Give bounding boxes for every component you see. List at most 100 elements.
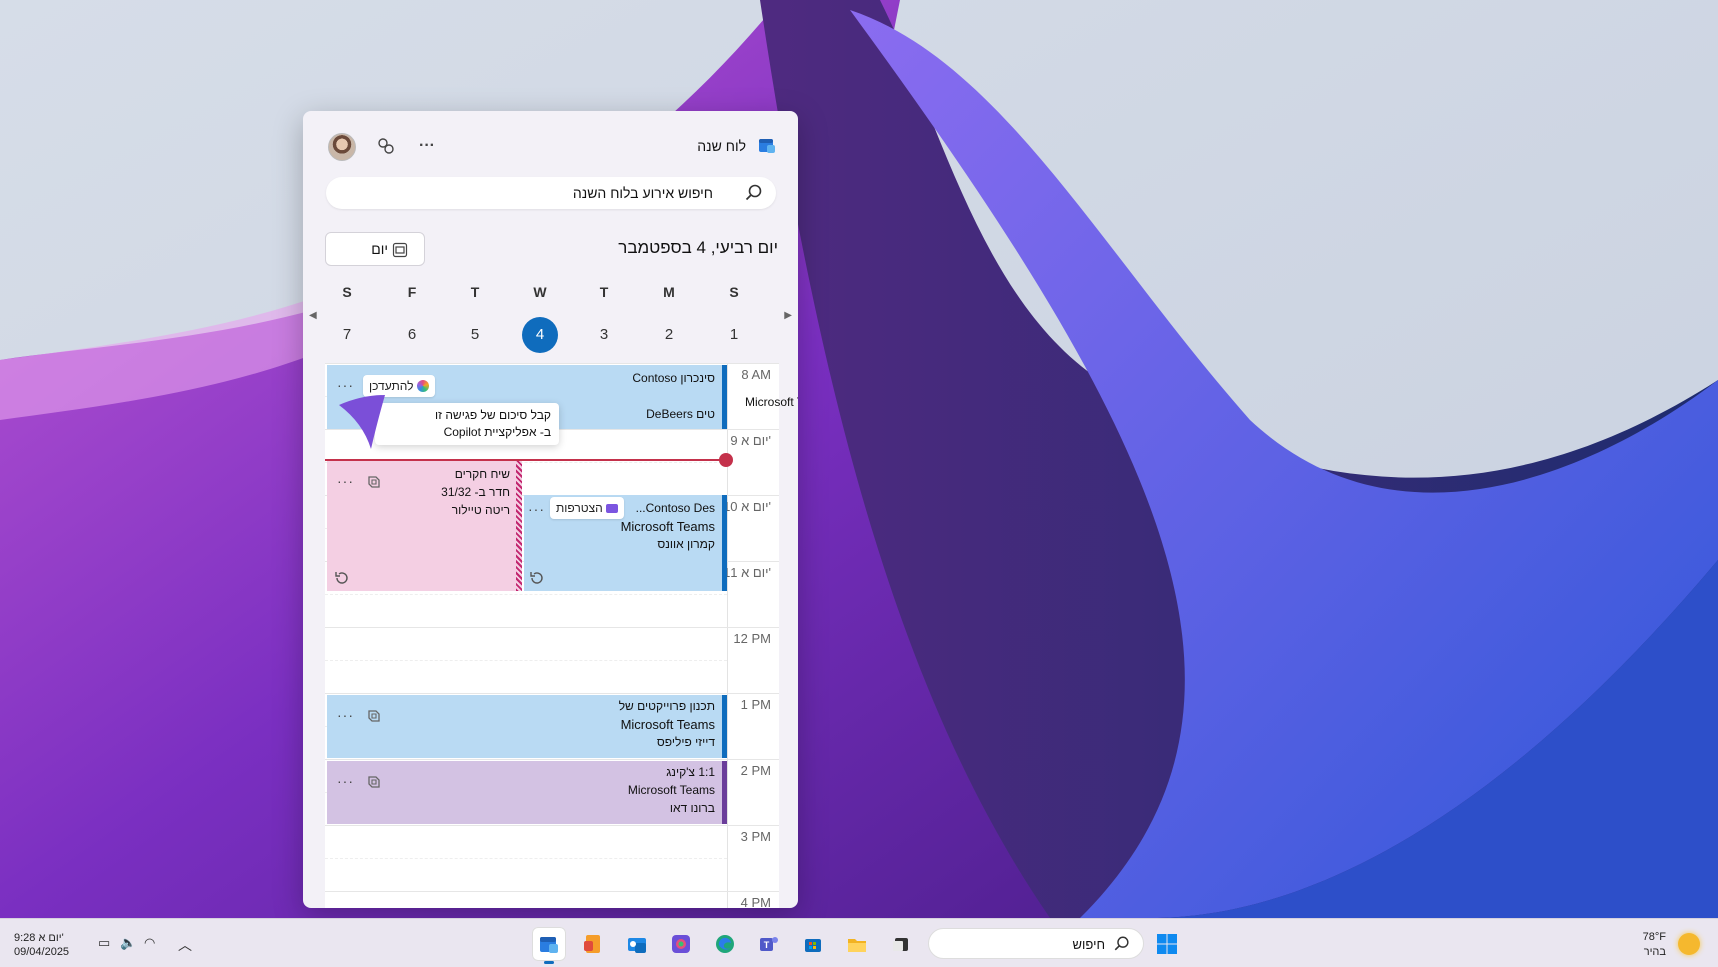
taskbar-copilot-icon[interactable]: [664, 927, 698, 961]
event-more-button[interactable]: ···: [337, 473, 354, 489]
clock-time: 9:28 יום א': [14, 932, 64, 944]
event-app: Microsoft Teams: [627, 783, 715, 797]
event-title: תכנון פרוייקטים של: [618, 699, 715, 713]
svg-text:T: T: [764, 940, 770, 950]
event-organizer: דייזי פיליפס: [656, 735, 715, 749]
event-location: חדר ב- 31/32: [441, 485, 510, 499]
next-week-arrow-icon[interactable]: ▶: [784, 310, 792, 321]
taskbar-app-icon[interactable]: [884, 927, 918, 961]
sun-icon: [1678, 933, 1700, 955]
event-app: Microsoft Teams: [620, 717, 715, 732]
event-app-overflow: Microsoft Teams: [745, 395, 798, 409]
copilot-icon[interactable]: [365, 707, 383, 725]
start-button-windows-icon[interactable]: [1150, 927, 1184, 961]
cursor-pointer-icon: [339, 395, 385, 449]
taskbar-outlook-icon[interactable]: [620, 927, 654, 961]
search-icon: [1114, 936, 1129, 951]
battery-icon[interactable]: ▭: [98, 935, 110, 951]
day-2[interactable]: 2: [651, 317, 687, 353]
event-one-on-one[interactable]: 1:1 צ'קינג Microsoft Teams ברונו דאו ···: [327, 761, 727, 824]
accounts-icon[interactable]: [373, 133, 399, 159]
event-organizer: ריטה טיילור: [451, 503, 510, 517]
event-title: סינכרון Contoso: [632, 371, 715, 385]
event-contoso-design[interactable]: Contoso Des... Microsoft Teams קמרון אוו…: [524, 495, 727, 591]
view-switcher-button[interactable]: יום: [325, 232, 425, 266]
weather-temp: 78°F: [1642, 931, 1666, 943]
hour-label: 1 PM: [740, 697, 771, 712]
hour-label: 10 יום א': [723, 499, 771, 514]
taskbar-edge-icon[interactable]: [708, 927, 742, 961]
calendar-app-icon: [759, 139, 775, 153]
hour-label: 9 יום א': [730, 433, 771, 448]
event-organizer: טים DeBeers: [646, 407, 715, 421]
previous-week-arrow-icon[interactable]: ◀: [309, 310, 317, 321]
join-meeting-button[interactable]: הצטרפות: [550, 497, 625, 519]
event-project-planning[interactable]: תכנון פרוייקטים של Microsoft Teams דייזי…: [327, 695, 727, 758]
taskbar-notes-icon[interactable]: [576, 927, 610, 961]
search-input[interactable]: חיפוש אירוע בלוח השנה: [326, 177, 776, 209]
copilot-icon: [416, 380, 429, 392]
event-more-button[interactable]: ···: [337, 773, 354, 789]
search-icon[interactable]: [744, 183, 764, 203]
event-more-button[interactable]: ···: [337, 707, 354, 723]
event-title: 1:1 צ'קינג: [666, 765, 715, 779]
weather-desc: בהיר: [1643, 946, 1666, 958]
clock-date: 09/04/2025: [14, 946, 70, 958]
taskbar-store-icon[interactable]: [796, 927, 830, 961]
taskbar: 9:28 יום א' 09/04/2025 ▭ 🔈 ◠ ︿ T חיפוש 7…: [0, 918, 1718, 967]
hour-label: 4 PM: [740, 895, 771, 908]
recurring-icon: [530, 572, 543, 584]
hour-label: 3 PM: [740, 829, 771, 844]
search-placeholder: חיפוש אירוע בלוח השנה: [572, 185, 713, 201]
current-time-dot: [719, 453, 733, 467]
weekday-label: W: [533, 284, 547, 300]
avatar[interactable]: [328, 133, 356, 161]
weekday-label: T: [599, 284, 609, 300]
view-switcher-label: יום: [371, 241, 388, 257]
day-1[interactable]: 1: [716, 317, 752, 353]
day-6[interactable]: 6: [394, 317, 430, 353]
weekday-label: F: [407, 284, 417, 300]
current-date-title: יום רביעי, 4 בספטמבר: [618, 238, 778, 257]
event-organizer: קמרון אוונס: [657, 537, 715, 551]
volume-icon[interactable]: 🔈: [120, 935, 136, 951]
hour-label: 2 PM: [740, 763, 771, 778]
day-3[interactable]: 3: [586, 317, 622, 353]
taskbar-search-placeholder: חיפוש: [1072, 937, 1105, 952]
more-options-button[interactable]: ···: [414, 133, 440, 159]
copilot-icon[interactable]: [365, 773, 383, 791]
hour-label: 12 PM: [733, 631, 771, 646]
weekday-label: S: [342, 284, 352, 300]
taskbar-search-input[interactable]: חיפוש: [928, 928, 1144, 959]
taskbar-teams-icon[interactable]: T: [752, 927, 786, 961]
tooltip-line-1: קבל סיכום של פגישה זו: [435, 408, 551, 422]
event-title: שיח חקרים: [454, 467, 510, 481]
recurring-icon: [335, 572, 348, 584]
day-view-icon: [392, 242, 408, 258]
event-research[interactable]: שיח חקרים חדר ב- 31/32 ריטה טיילור ···: [327, 461, 522, 591]
event-more-button[interactable]: ···: [528, 501, 545, 517]
copilot-icon[interactable]: [365, 473, 383, 491]
app-title: לוח שנה: [697, 138, 746, 154]
weekday-label: T: [470, 284, 480, 300]
system-clock[interactable]: 9:28 יום א' 09/04/2025: [14, 931, 69, 959]
day-5[interactable]: 5: [457, 317, 493, 353]
show-hidden-icons-chevron-icon[interactable]: ︿: [178, 935, 192, 955]
day-7[interactable]: 7: [329, 317, 365, 353]
weekday-label: M: [663, 284, 675, 300]
weekday-label: S: [729, 284, 739, 300]
active-indicator: [544, 961, 554, 964]
desktop-wallpaper: [0, 0, 1718, 918]
join-label: הצטרפות: [556, 501, 603, 515]
taskbar-calendar-icon[interactable]: [532, 927, 566, 964]
event-more-button[interactable]: ···: [337, 377, 354, 393]
day-4-selected[interactable]: 4: [522, 317, 558, 353]
weather-widget[interactable]: 78°F בהיר: [1643, 930, 1666, 960]
hour-label: 8 AM: [741, 367, 771, 382]
day-timeline[interactable]: 8 AM 9 יום א' 10 יום א' 11 יום א' 12 PM …: [325, 363, 798, 908]
copilot-tooltip: קבל סיכום של פגישה זו ב- אפליקציית Copil…: [375, 403, 559, 445]
taskbar-file-explorer-icon[interactable]: [840, 927, 874, 961]
wifi-icon[interactable]: ◠: [144, 935, 155, 951]
video-icon: [606, 504, 619, 513]
catch-up-label: להתעדכן: [369, 379, 414, 393]
